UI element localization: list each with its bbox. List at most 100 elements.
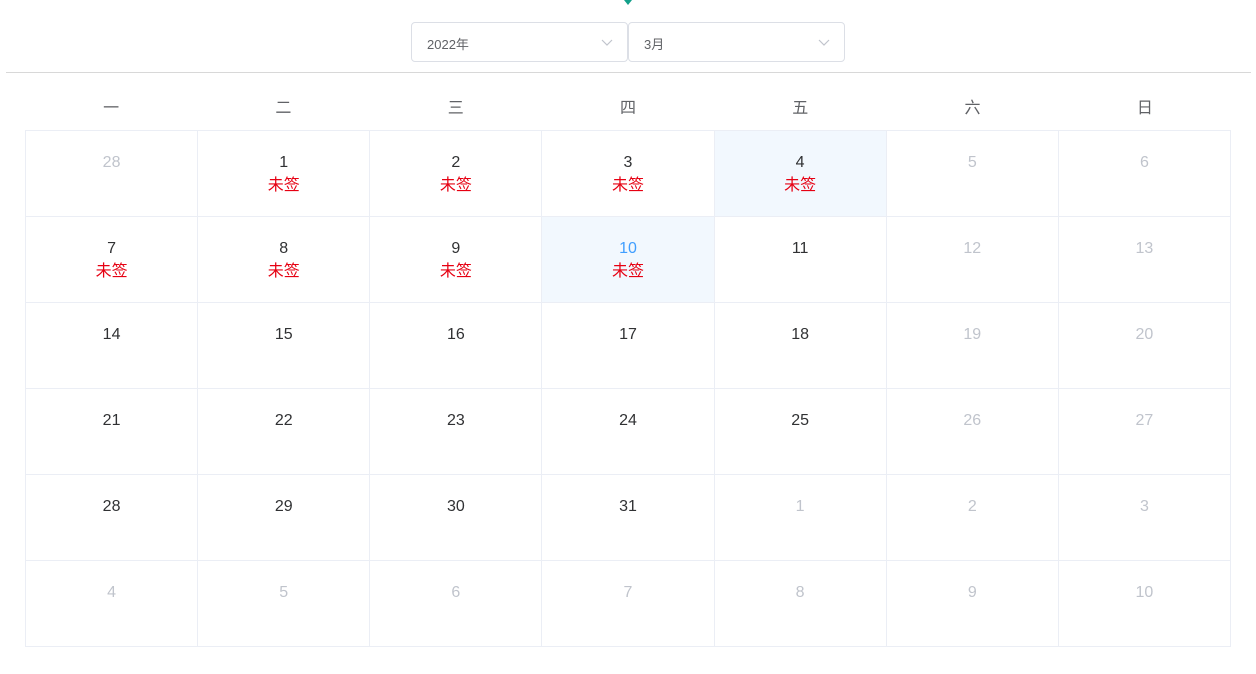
calendar-day-cell[interactable]: 1 未签 <box>198 131 371 217</box>
month-select-value: 3月 <box>644 37 665 52</box>
calendar-header: 2022年 3月 <box>411 22 845 62</box>
weekday-label: 六 <box>964 100 981 117</box>
day-number: 2 <box>967 498 977 515</box>
calendar-day-cell[interactable]: 14 <box>26 303 199 389</box>
day-number: 25 <box>791 412 810 429</box>
day-number: 20 <box>1135 326 1154 343</box>
day-number: 18 <box>791 326 810 343</box>
weekday-label: 二 <box>275 100 292 117</box>
day-number: 6 <box>451 584 461 601</box>
calendar-day-cell[interactable]: 5 <box>198 561 371 647</box>
unsigned-status-label: 未签 <box>267 263 300 280</box>
calendar-day-cell[interactable]: 29 <box>198 475 371 561</box>
calendar-day-cell[interactable]: 4 <box>26 561 199 647</box>
day-number: 9 <box>967 584 977 601</box>
month-select[interactable]: 3月 <box>628 22 845 62</box>
calendar-day-cell[interactable]: 17 <box>542 303 715 389</box>
calendar-day-cell[interactable]: 13 <box>1058 217 1231 303</box>
calendar-day-cell[interactable]: 8 未签 <box>198 217 371 303</box>
day-number: 28 <box>102 154 121 171</box>
calendar-day-cell[interactable]: 4 未签 <box>714 131 887 217</box>
calendar-day-cell[interactable]: 6 <box>1058 131 1231 217</box>
day-number: 10 <box>1135 584 1154 601</box>
calendar-day-cell[interactable]: 9 未签 <box>370 217 543 303</box>
calendar-day-cell[interactable]: 19 <box>886 303 1059 389</box>
day-number: 31 <box>619 498 637 515</box>
calendar-day-cell[interactable]: 5 <box>886 131 1059 217</box>
weekday-label: 五 <box>792 100 809 117</box>
calendar-day-cell[interactable]: 7 <box>542 561 715 647</box>
day-number: 3 <box>623 154 633 171</box>
calendar-day-cell[interactable]: 21 <box>26 389 199 475</box>
day-number: 29 <box>274 498 293 515</box>
unsigned-status-label: 未签 <box>439 263 472 280</box>
calendar-day-cell[interactable]: 10 <box>1058 561 1231 647</box>
calendar-day-cell[interactable]: 6 <box>370 561 543 647</box>
calendar-day-cell[interactable]: 26 <box>886 389 1059 475</box>
calendar-day-cell[interactable]: 28 <box>26 131 199 217</box>
calendar-day-cell[interactable]: 2 <box>886 475 1059 561</box>
calendar-day-cell[interactable]: 1 <box>714 475 887 561</box>
weekday-header-row: 一 二 三 四 五 六 日 <box>25 90 1231 130</box>
calendar-day-cell[interactable]: 22 <box>198 389 371 475</box>
weekday-label: 日 <box>1136 100 1153 117</box>
day-number: 5 <box>967 154 977 171</box>
calendar-day-cell[interactable]: 12 <box>886 217 1059 303</box>
day-number: 5 <box>279 584 289 601</box>
day-number: 16 <box>446 326 465 343</box>
day-number: 6 <box>1139 154 1149 171</box>
unsigned-status-label: 未签 <box>611 177 644 194</box>
day-number: 14 <box>102 326 121 343</box>
day-number: 8 <box>279 240 289 257</box>
year-select-value: 2022年 <box>427 37 469 52</box>
day-number: 2 <box>451 154 461 171</box>
day-number: 22 <box>274 412 293 429</box>
day-number: 24 <box>619 412 637 429</box>
calendar-day-cell[interactable]: 25 <box>714 389 887 475</box>
calendar-day-cell[interactable]: 18 <box>714 303 887 389</box>
day-number: 7 <box>107 240 117 257</box>
day-number: 23 <box>446 412 465 429</box>
calendar-day-cell[interactable]: 2 未签 <box>370 131 543 217</box>
day-number: 19 <box>963 326 982 343</box>
day-number: 7 <box>623 584 633 601</box>
day-number: 11 <box>791 240 809 257</box>
calendar-day-cell[interactable]: 30 <box>370 475 543 561</box>
day-number: 9 <box>451 240 461 257</box>
calendar-day-cell[interactable]: 23 <box>370 389 543 475</box>
calendar-day-cell[interactable]: 20 <box>1058 303 1231 389</box>
calendar-day-cell[interactable]: 8 <box>714 561 887 647</box>
calendar-day-cell[interactable]: 16 <box>370 303 543 389</box>
day-number: 1 <box>795 498 805 515</box>
unsigned-status-label: 未签 <box>439 177 472 194</box>
calendar-day-cell[interactable]: 24 <box>542 389 715 475</box>
day-number: 12 <box>963 240 982 257</box>
calendar-day-cell[interactable]: 15 <box>198 303 371 389</box>
unsigned-status-label: 未签 <box>95 263 128 280</box>
year-select[interactable]: 2022年 <box>411 22 628 62</box>
day-number: 26 <box>963 412 982 429</box>
calendar-day-cell[interactable]: 3 未签 <box>542 131 715 217</box>
calendar-day-cell[interactable]: 11 <box>714 217 887 303</box>
calendar-day-cell[interactable]: 3 <box>1058 475 1231 561</box>
day-number: 17 <box>619 326 637 343</box>
calendar-day-cell[interactable]: 7 未签 <box>26 217 199 303</box>
calendar-day-cell[interactable]: 28 <box>26 475 199 561</box>
day-number: 10 <box>619 240 637 257</box>
weekday-label: 一 <box>103 100 120 117</box>
day-number: 4 <box>107 584 117 601</box>
day-number: 4 <box>795 154 805 171</box>
calendar-day-cell[interactable]: 31 <box>542 475 715 561</box>
unsigned-status-label: 未签 <box>784 177 817 194</box>
day-number: 8 <box>795 584 805 601</box>
day-number: 21 <box>102 412 121 429</box>
calendar-day-cell[interactable]: 10 未签 <box>542 217 715 303</box>
day-number: 1 <box>279 154 289 171</box>
calendar-day-cell[interactable]: 9 <box>886 561 1059 647</box>
weekday-label: 三 <box>447 100 464 117</box>
day-number: 30 <box>446 498 465 515</box>
day-number: 28 <box>102 498 121 515</box>
unsigned-status-label: 未签 <box>267 177 300 194</box>
chevron-down-icon <box>601 39 613 46</box>
calendar-day-cell[interactable]: 27 <box>1058 389 1231 475</box>
